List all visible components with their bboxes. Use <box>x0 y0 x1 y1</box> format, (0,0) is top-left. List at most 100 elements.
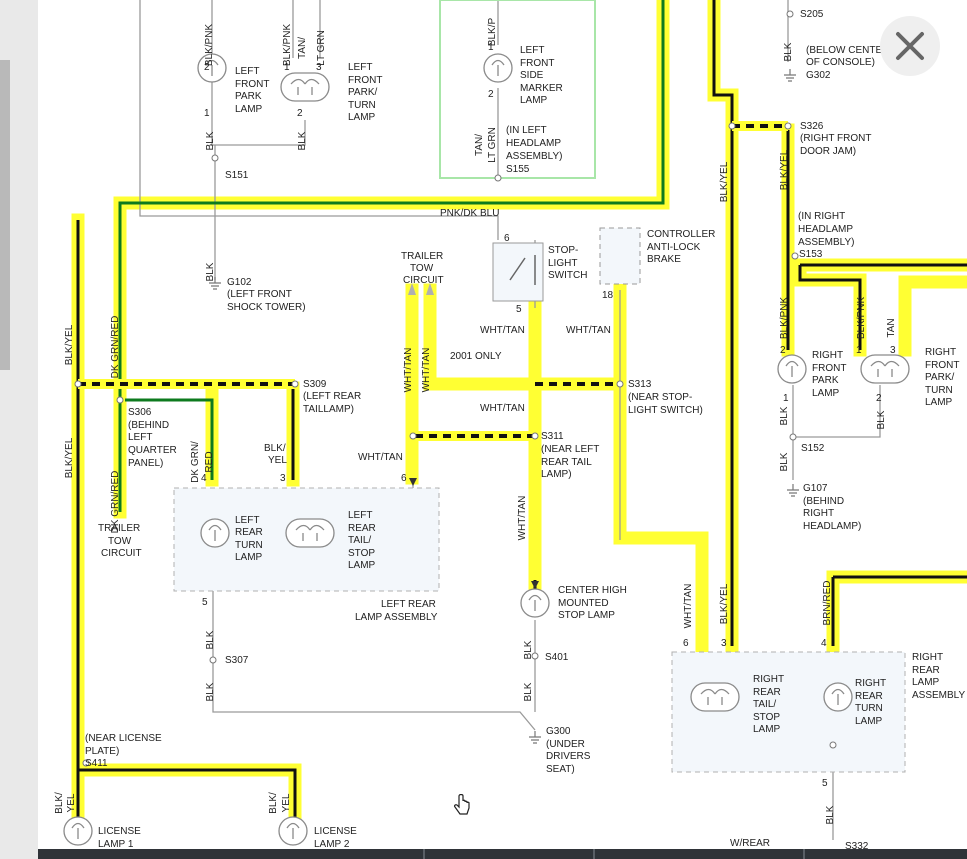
label-p-3c: 3 <box>890 345 896 356</box>
label-w-whttan-g: WHT/TAN <box>517 496 528 541</box>
label-w-blkyel-a: BLK/YEL <box>719 161 730 202</box>
label-w-tan-ltgrn-a: TAN/ <box>297 37 308 59</box>
label-nlrt-2: REAR TAIL <box>541 457 592 468</box>
label-w-blkpnk-r2: BLK/PNK <box>856 297 867 340</box>
label-p-2b: 2 <box>297 108 303 119</box>
label-g102: G102 <box>227 277 252 288</box>
label-rrla-2: REAR <box>912 665 940 676</box>
label-rrts-2: REAR <box>753 687 781 698</box>
label-rfpl-2: FRONT <box>812 363 846 374</box>
label-rrtl-2: REAR <box>855 691 883 702</box>
ground-symbol <box>787 484 799 497</box>
label-w-blk-h: BLK <box>523 682 534 701</box>
app-window: BLK/PNK BLK/PNK TAN/LT GRN 2 1 1 3 2 LEFT FRONT PA… <box>0 0 967 859</box>
label-brh-1: (BEHIND <box>803 496 844 507</box>
label-rfpl-1: RIGHT <box>812 350 843 361</box>
label-p-1d: 1 <box>856 345 862 356</box>
splice-dot <box>494 174 502 182</box>
label-rfdj-1: (RIGHT FRONT <box>800 133 871 144</box>
label-g302: G302 <box>806 70 831 81</box>
label-ttc2-3: CIRCUIT <box>101 548 142 559</box>
label-rrts-1: RIGHT <box>753 674 784 685</box>
label-p-6c: 6 <box>683 638 689 649</box>
label-lrtl-1: LEFT <box>235 515 259 526</box>
left-rear-tail-stop-lamp <box>285 518 335 548</box>
splice-dot <box>211 154 219 162</box>
label-s401: S401 <box>545 652 569 663</box>
label-s155: S155 <box>506 164 530 175</box>
right-front-park-turn-lamp <box>860 354 910 384</box>
label-s152: S152 <box>801 443 825 454</box>
label-lfsm-5: LAMP <box>520 95 548 106</box>
splice-dot <box>791 252 799 260</box>
label-cab-3: BRAKE <box>647 254 681 265</box>
label-ttc2-2: TOW <box>108 536 132 547</box>
license-lamp-2 <box>278 816 308 846</box>
label-lrtl-4: LAMP <box>235 552 263 563</box>
label-s313: S313 <box>628 379 652 390</box>
label-w-blk-e: BLK <box>205 630 216 649</box>
ground-symbol <box>784 69 796 82</box>
label-lfsm-2: FRONT <box>520 58 554 69</box>
label-lfsm-1: LEFT <box>520 45 544 56</box>
left-scroll-panel[interactable] <box>0 0 39 859</box>
splice-dot <box>616 380 624 388</box>
label-rfpt-5: LAMP <box>925 397 953 408</box>
label-w-blk-f: BLK <box>205 682 216 701</box>
splice-dot <box>409 432 417 440</box>
label-p-1c: 1 <box>488 42 494 53</box>
label-g300: G300 <box>546 726 571 737</box>
license-lamp-1 <box>63 816 93 846</box>
label-rrts-5: LAMP <box>753 724 781 735</box>
label-s311: S311 <box>541 431 564 442</box>
left-rear-turn-lamp <box>200 518 230 548</box>
label-sls-3: SWITCH <box>548 270 587 281</box>
label-p-6a: 6 <box>504 233 510 244</box>
label-s306: S306 <box>128 407 152 418</box>
label-chms-3: STOP LAMP <box>558 610 615 621</box>
label-s332: S332 <box>845 841 869 849</box>
scrollbar-thumb[interactable] <box>0 60 10 370</box>
label-chms-2: MOUNTED <box>558 598 609 609</box>
label-lrts-5: LAMP <box>348 560 376 571</box>
close-button[interactable] <box>880 16 940 76</box>
label-w-tan-r: TAN <box>886 318 897 337</box>
label-w-dkgrn-b: RED <box>204 451 215 472</box>
label-w-blk-c: BLK <box>783 42 794 61</box>
label-w-brnred: BRN/RED <box>822 580 833 625</box>
label-lfst-2: SHOCK TOWER) <box>227 302 306 313</box>
label-p-5c: 5 <box>822 778 828 789</box>
label-p-3a: 3 <box>316 62 322 73</box>
label-lfpt-5: LAMP <box>348 112 376 123</box>
label-lrts-1: LEFT <box>348 510 372 521</box>
splice-dot <box>209 656 217 664</box>
label-ll2-1: LICENSE <box>314 826 357 837</box>
label-w-whttan-a: WHT/TAN <box>403 348 414 393</box>
label-p-3b: 3 <box>280 473 286 484</box>
label-rrla-4: ASSEMBLY <box>912 690 965 701</box>
label-rrtl-3: TURN <box>855 703 883 714</box>
label-w-dkgrn-a: DK GRN/ <box>190 441 201 483</box>
label-p-2e: 2 <box>876 393 882 404</box>
label-lrtl-2: REAR <box>235 527 263 538</box>
label-w-blkyel3-b: YEL <box>66 793 77 812</box>
label-nlp-2: PLATE) <box>85 746 119 757</box>
left-front-park-turn-lamp <box>280 72 330 102</box>
label-w-tan-ltgrn2-b: LT GRN <box>487 127 498 163</box>
label-nlp-1: (NEAR LICENSE <box>85 733 162 744</box>
label-rfpt-3: PARK/ <box>925 372 954 383</box>
label-w-blkyel-b: BLK/YEL <box>779 149 790 190</box>
label-lfpt-4: TURN <box>348 100 376 111</box>
label-w-blk-g: BLK <box>523 640 534 659</box>
label-blqp-2: LEFT <box>128 432 152 443</box>
label-s411: S411 <box>85 758 108 769</box>
label-s151: S151 <box>225 170 249 181</box>
label-lfpt-3: PARK/ <box>348 87 377 98</box>
label-ilh-1: (IN LEFT <box>506 125 547 136</box>
label-p-2d: 2 <box>780 345 786 356</box>
splice-dot <box>291 380 299 388</box>
label-w-whttan-c: WHT/TAN <box>480 325 525 336</box>
label-w-blk-j: BLK <box>876 410 887 429</box>
label-w-pnkdkblu: PNK/DK BLU <box>440 208 499 219</box>
label-lrts-2: REAR <box>348 523 376 534</box>
